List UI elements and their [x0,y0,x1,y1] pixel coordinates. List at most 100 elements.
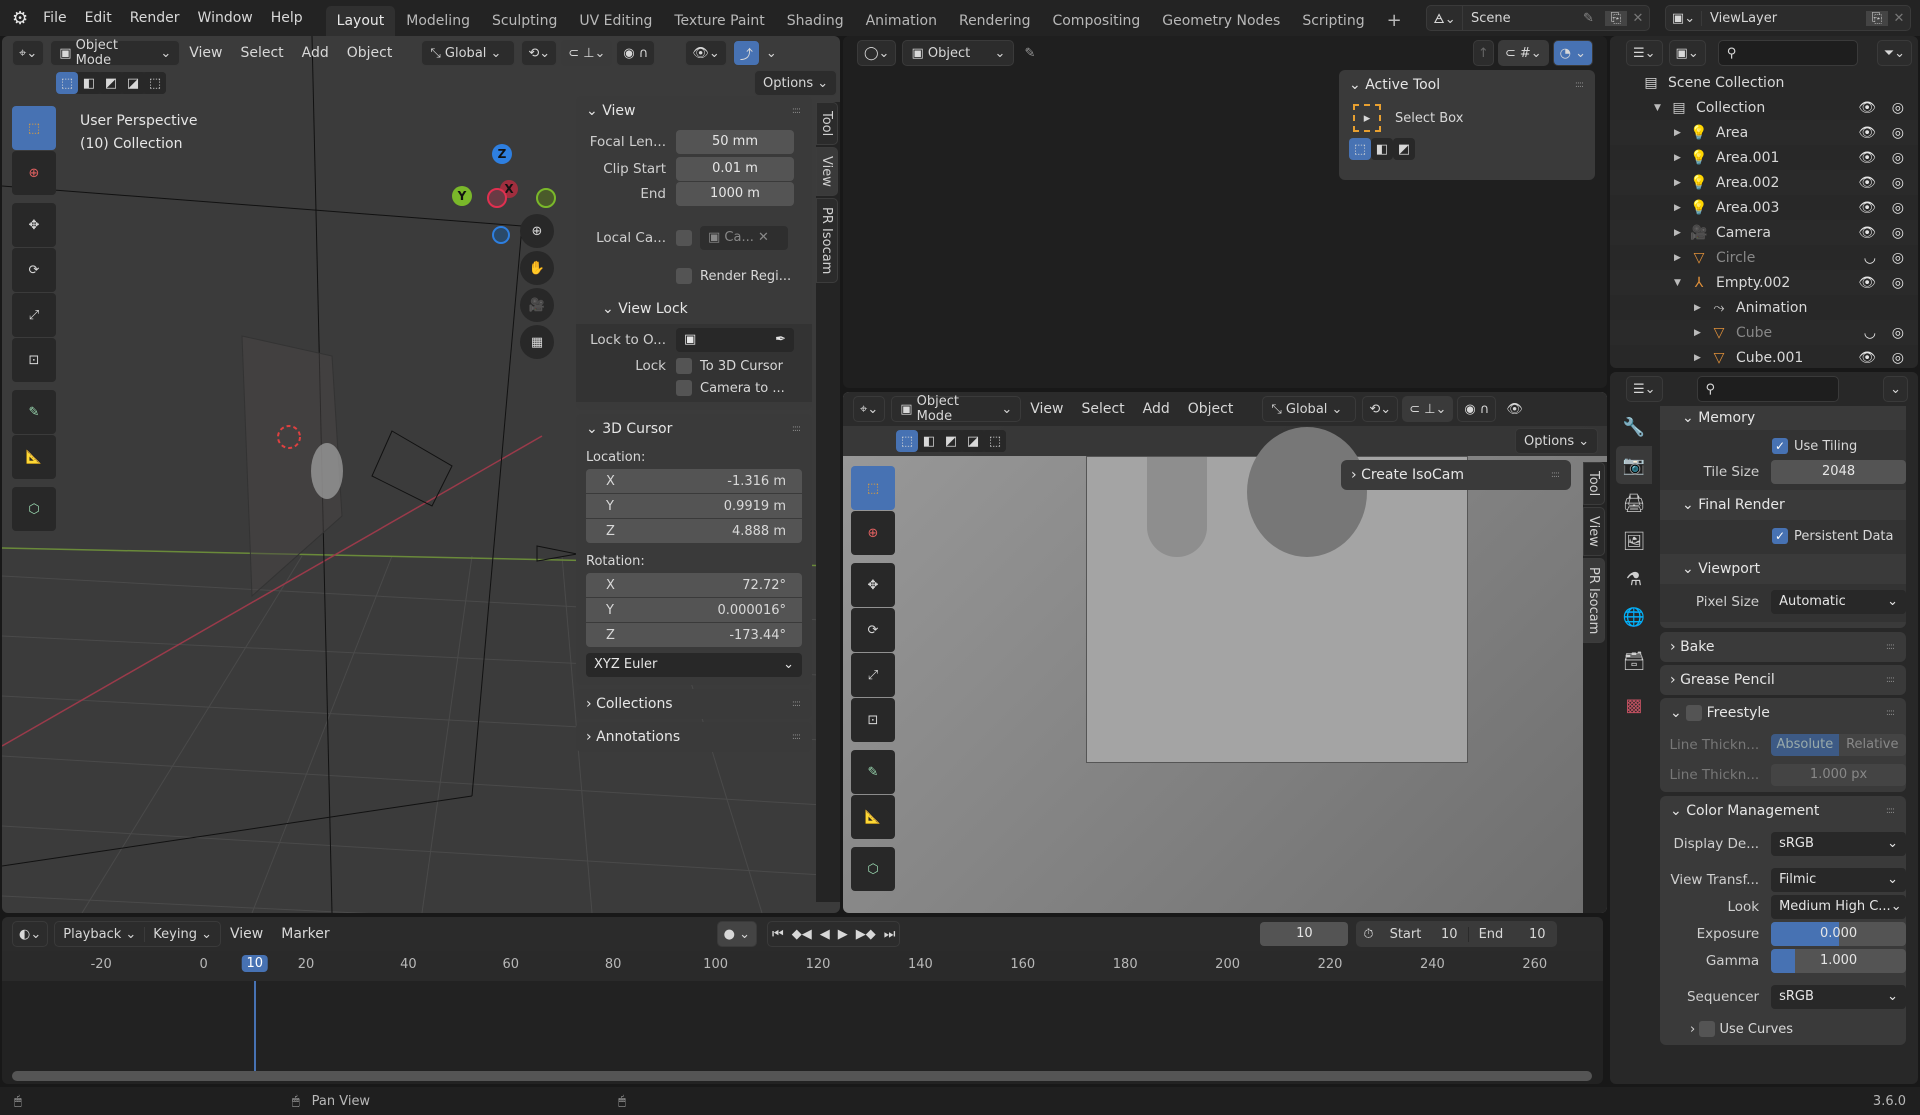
menu-select[interactable]: Select [1072,401,1133,417]
tab-geometry-nodes[interactable]: Geometry Nodes [1151,6,1291,36]
vector-field-y[interactable]: Y 0.9919 m [586,494,802,518]
select-subtract-button[interactable]: ◩ [940,430,962,452]
look-dropdown[interactable]: Medium High C... ⌄ [1771,895,1906,919]
play-icon[interactable]: ▶ [838,927,848,942]
proportional-edit-toggle[interactable]: ◉ ∩ [616,40,656,66]
select-new-button[interactable]: ⬚ [1349,138,1371,160]
drag-grip-icon[interactable]: :::: [1886,708,1895,718]
view-layer-selector[interactable]: ▣⌄ ViewLayer ⎘ ✕ [1665,5,1911,31]
eye-icon[interactable]: 👁 [1858,125,1876,141]
expand-right-icon[interactable]: ▶ [1674,253,1690,263]
move-tool-icon[interactable]: ✥ [12,203,56,247]
output-tab-icon[interactable]: 🖨 [1616,484,1652,522]
menu-edit[interactable]: Edit [76,0,121,36]
render-camera-icon[interactable]: ◎ [1892,150,1904,166]
options-dropdown[interactable]: Options ⌄ [1515,428,1599,454]
gizmo-toggle[interactable]: ⤴ [732,40,760,66]
camera-to-view-checkbox[interactable] [676,380,692,396]
ortho-toggle-icon[interactable]: ▦ [520,325,554,359]
annotate-tool-icon[interactable]: ✎ [12,390,56,434]
outliner-item[interactable]: ▶ 💡 Area 👁 ◎ [1610,120,1918,145]
jump-end-icon[interactable]: ⏭ [884,927,896,942]
local-camera-field[interactable]: ▣ Ca... ✕ [700,226,788,250]
editor-type-button[interactable]: ⌖⌄ [12,40,45,66]
visibility-icon[interactable]: 👁 [1506,402,1523,417]
pin-icon[interactable]: ✎ [1024,46,1035,61]
annotations-panel-header[interactable]: › Annotations:::: [576,722,812,752]
outliner-search-input[interactable]: ⚲ [1717,40,1858,66]
select-subtract-button[interactable]: ◩ [100,72,122,94]
editor-type-button[interactable]: ◯⌄ [857,40,897,66]
clip-start-field[interactable]: 0.01 m [676,157,794,181]
editor-type-button[interactable]: ◐⌄ [12,921,49,947]
expand-right-icon[interactable]: ▶ [1674,178,1690,188]
color-management-header[interactable]: ⌄ Color Management:::: [1660,796,1906,826]
display-device-dropdown[interactable]: sRGB ⌄ [1771,832,1906,856]
main-3d-viewport[interactable]: ⌖⌄ ▣ Object Mode ⌄ View Select Add Objec… [2,36,840,913]
playhead-line[interactable] [253,981,256,1081]
vector-field-z[interactable]: Z 4.888 m [586,519,802,543]
outliner-item[interactable]: ▶ ▽ Circle ◡ ◎ [1610,245,1918,270]
expand-right-icon[interactable]: ▶ [1694,303,1710,313]
bake-panel-header[interactable]: › Bake:::: [1660,632,1906,662]
move-tool-icon[interactable]: ✥ [851,563,895,607]
gamma-slider[interactable]: 1.000 [1771,949,1906,973]
render-camera-icon[interactable]: ◎ [1892,275,1904,291]
auto-keying-toggle[interactable]: ● ⌄ [716,921,758,947]
tab-rendering[interactable]: Rendering [948,6,1042,36]
render-camera-icon[interactable]: ◎ [1892,350,1904,366]
tab-animation[interactable]: Animation [855,6,948,36]
select-new-button[interactable]: ⬚ [56,72,78,94]
drag-grip-icon[interactable]: :::: [792,106,801,116]
sidebar-tab-view[interactable]: View [1583,507,1605,557]
delete-view-layer-icon[interactable]: ✕ [1888,11,1910,26]
menu-add[interactable]: Add [293,45,338,61]
orientation-dropdown[interactable]: ⤡ Global ⌄ [421,40,516,66]
eye-icon[interactable]: 👁 [1858,275,1876,291]
mode-dropdown[interactable]: ▣ Object Mode ⌄ [50,38,181,68]
add-cube-tool-icon[interactable]: ⬡ [12,487,56,531]
measure-tool-icon[interactable]: 📐 [851,795,895,839]
world-tab-icon[interactable]: 🌐 [1616,598,1652,636]
snap-toggle[interactable]: ⊂ ⊥⌄ [561,40,613,66]
eye-icon[interactable]: 👁 [1858,150,1876,166]
pivot-dropdown[interactable]: ⟲⌄ [521,40,558,66]
select-intersect-button[interactable]: ⬚ [144,72,166,94]
vector-field-y[interactable]: Y 0.000016° [586,598,802,622]
drag-grip-icon[interactable]: :::: [1886,675,1895,685]
rotate-tool-icon[interactable]: ⟳ [851,608,895,652]
drag-grip-icon[interactable]: :::: [1886,806,1895,816]
hidden-eye-icon[interactable]: ◡ [1864,250,1876,266]
view-layer-dropdown[interactable]: ▣⌄ [1668,40,1706,66]
memory-header[interactable]: ⌄ Memory [1660,406,1906,430]
scene-name[interactable]: Scene [1463,11,1583,26]
tile-size-field[interactable]: 2048 [1771,460,1906,484]
select-invert-button[interactable]: ◪ [122,72,144,94]
visibility-dropdown[interactable]: 👁⌄ [685,40,727,66]
expand-right-icon[interactable]: ▶ [1674,153,1690,163]
final-render-header[interactable]: ⌄ Final Render [1660,490,1906,520]
view-lock-header[interactable]: ⌄ View Lock [576,294,812,324]
sidebar-tab-pr-isocam[interactable]: PR Isocam [1583,558,1605,644]
add-cube-tool-icon[interactable]: ⬡ [851,847,895,891]
tab-modeling[interactable]: Modeling [395,6,481,36]
rotation-mode-dropdown[interactable]: XYZ Euler ⌄ [586,653,802,677]
tab-shading[interactable]: Shading [776,6,855,36]
eye-icon[interactable]: 👁 [1858,225,1876,241]
focal-length-field[interactable]: 50 mm [676,130,794,154]
next-keyframe-icon[interactable]: ▶◆ [856,927,876,942]
prev-keyframe-icon[interactable]: ◆◀ [792,927,812,942]
overlay-toggle[interactable]: ◔ ⌄ [1552,40,1593,66]
viewport-section-header[interactable]: ⌄ Viewport [1660,554,1906,584]
menu-select[interactable]: Select [231,45,292,61]
menu-view[interactable]: View [1021,401,1072,417]
collection-tab-icon[interactable]: 🗃 [1616,642,1652,680]
gizmo-dropdown[interactable]: ⌄ [766,46,777,61]
y-axis-icon[interactable]: Y [452,186,472,206]
render-camera-icon[interactable]: ◎ [1892,250,1904,266]
view-transform-dropdown[interactable]: Filmic ⌄ [1771,868,1906,892]
blender-logo-icon[interactable]: ⚙ [12,8,28,29]
select-intersect-button[interactable]: ⬚ [984,430,1006,452]
scale-tool-icon[interactable]: ⤢ [851,653,895,697]
menu-object[interactable]: Object [338,45,402,61]
